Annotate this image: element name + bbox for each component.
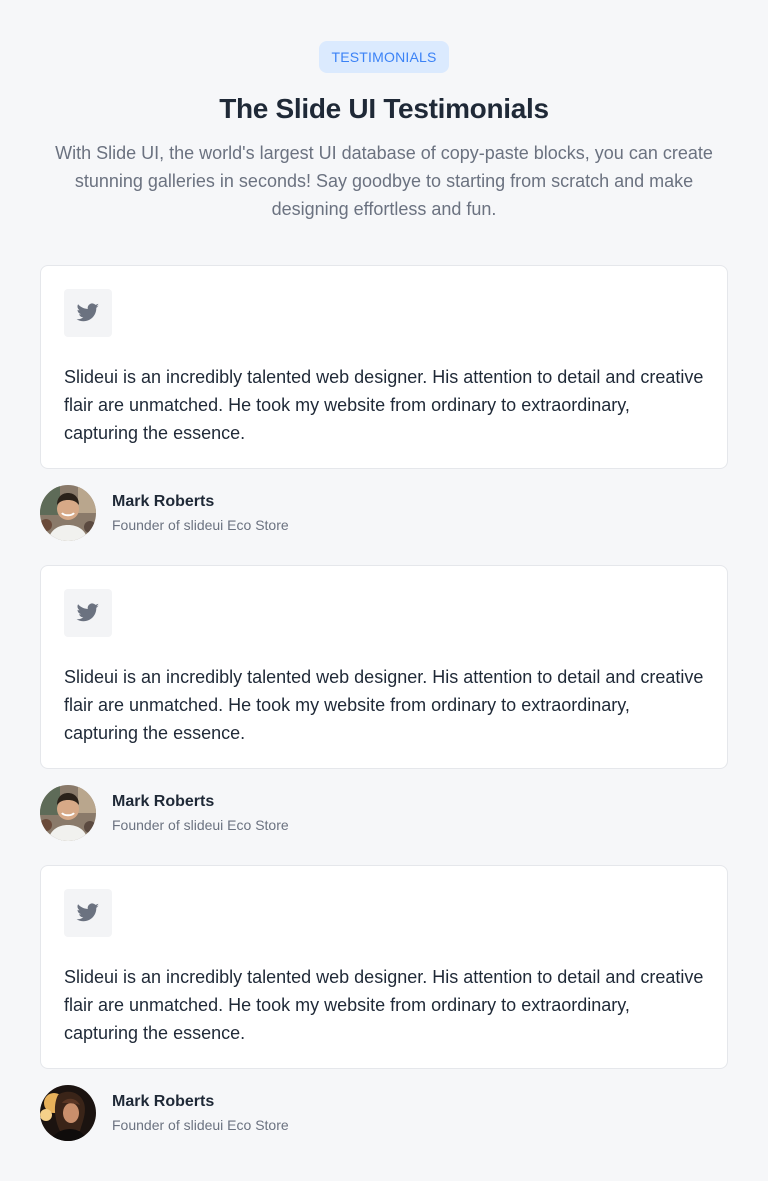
testimonial-card: Slideui is an incredibly talented web de… (40, 265, 728, 469)
twitter-icon[interactable] (64, 889, 112, 937)
testimonial-item: Slideui is an incredibly talented web de… (40, 865, 728, 1165)
author-role: Founder of slideui Eco Store (112, 817, 289, 833)
avatar (40, 485, 96, 541)
author-role: Founder of slideui Eco Store (112, 517, 289, 533)
testimonial-item: Slideui is an incredibly talented web de… (40, 265, 728, 565)
page-title: The Slide UI Testimonials (219, 93, 549, 124)
avatar (40, 1085, 96, 1141)
testimonial-author: Mark Roberts Founder of slideui Eco Stor… (40, 485, 728, 541)
twitter-icon[interactable] (64, 589, 112, 637)
author-name: Mark Roberts (112, 493, 215, 510)
testimonial-list: Slideui is an incredibly talented web de… (40, 265, 728, 1165)
section-header: TESTIMONIALS The Slide UI Testimonials W… (0, 0, 768, 223)
testimonial-quote: Slideui is an incredibly talented web de… (64, 667, 704, 743)
testimonial-card: Slideui is an incredibly talented web de… (40, 865, 728, 1069)
page-subtitle: With Slide UI, the world's largest UI da… (55, 143, 713, 219)
avatar (40, 785, 96, 841)
testimonial-quote: Slideui is an incredibly talented web de… (64, 967, 704, 1043)
author-role: Founder of slideui Eco Store (112, 1117, 289, 1133)
twitter-icon[interactable] (64, 289, 112, 337)
testimonials-badge: TESTIMONIALS (319, 41, 449, 73)
testimonial-card: Slideui is an incredibly talented web de… (40, 565, 728, 769)
testimonials-page: TESTIMONIALS The Slide UI Testimonials W… (0, 0, 768, 1181)
testimonial-quote: Slideui is an incredibly talented web de… (64, 367, 704, 443)
testimonial-author: Mark Roberts Founder of slideui Eco Stor… (40, 1085, 728, 1141)
testimonial-author: Mark Roberts Founder of slideui Eco Stor… (40, 785, 728, 841)
testimonial-item: Slideui is an incredibly talented web de… (40, 565, 728, 865)
author-name: Mark Roberts (112, 793, 215, 810)
author-name: Mark Roberts (112, 1093, 215, 1110)
